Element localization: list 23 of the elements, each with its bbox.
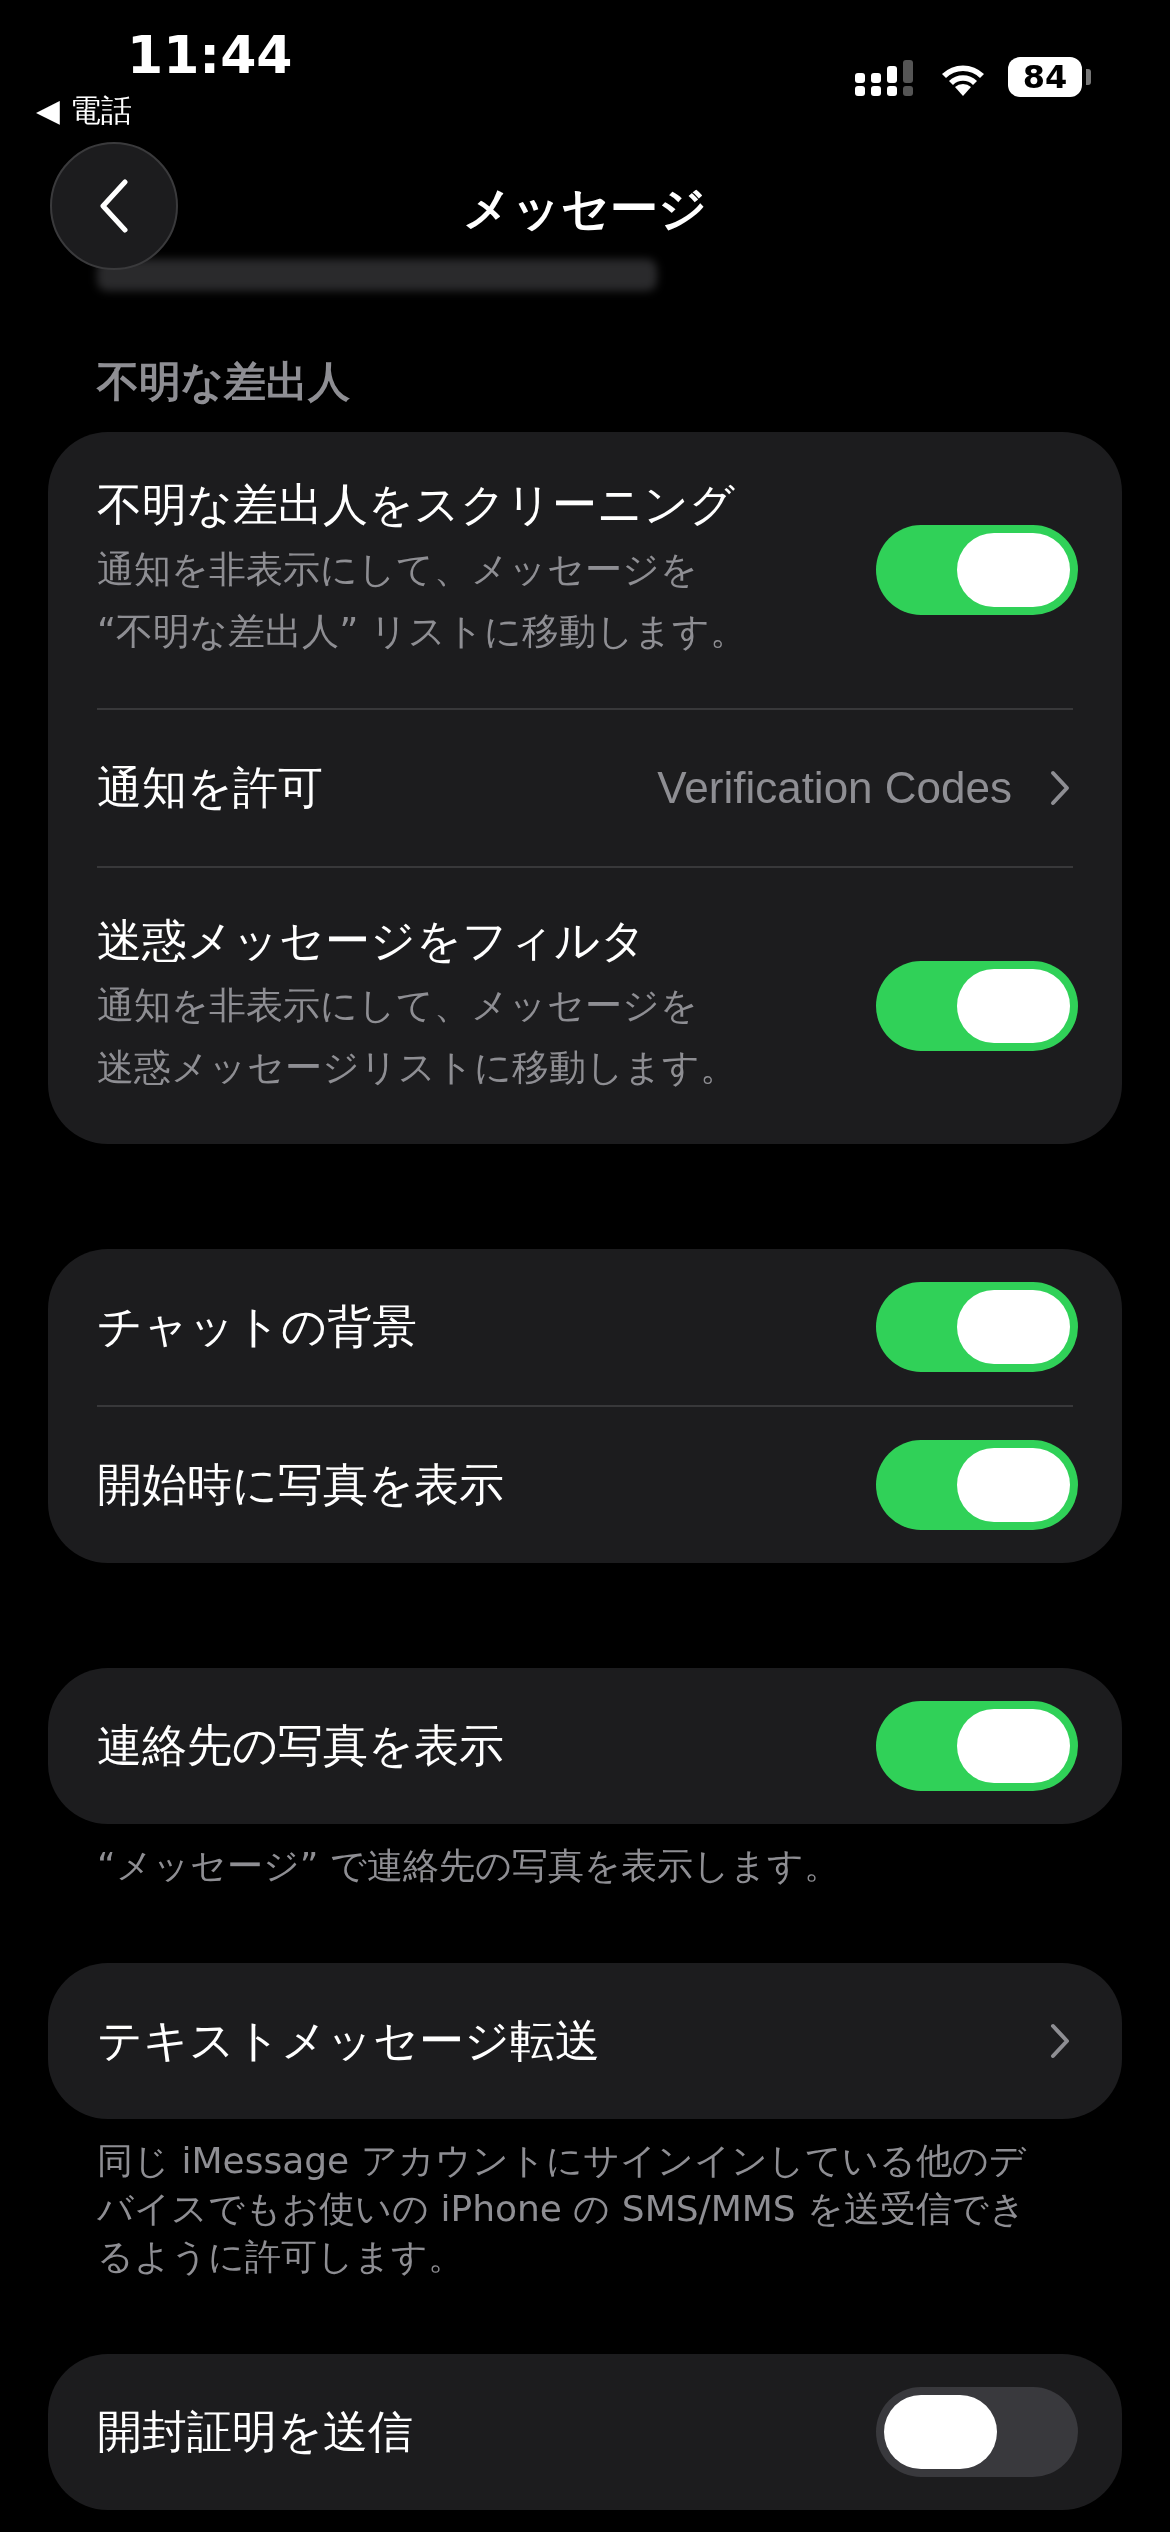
- setting-value: Verification Codes: [657, 762, 1012, 814]
- setting-label: チャットの背景: [97, 1299, 417, 1355]
- section-footer: “メッセージ” で連絡先の写真を表示します。: [97, 1842, 1045, 1890]
- setting-label: 迷惑メッセージをフィルタ: [97, 913, 646, 969]
- setting-description: 通知を非表示にして、メッセージを 迷惑メッセージリストに移動します。: [97, 983, 737, 1091]
- navigation-row[interactable]: テキストメッセージ転送: [48, 1963, 1122, 2119]
- section-footer: 同じ iMessage アカウントにサインインしている他のデバイスでもお使いの iPhone の SMS/MMS を送受信できるように許可します。: [97, 2137, 1045, 2281]
- chevron-left-icon: [99, 179, 129, 233]
- time: 11:44: [127, 24, 293, 86]
- setting-description: 通知を非表示にして、メッセージを “不明な差出人” リストに移動します。: [97, 547, 748, 655]
- signal-icon: [855, 60, 915, 96]
- back-to-app-link[interactable]: ◀ 電話: [36, 90, 132, 130]
- battery-tip-icon: [1086, 69, 1091, 85]
- setting-label: 不明な差出人をスクリーニング: [97, 477, 735, 533]
- section-header: 不明な差出人: [97, 357, 350, 407]
- battery-icon: 84: [1008, 57, 1082, 97]
- chevron-right-icon: [1050, 770, 1070, 806]
- chevron-right-icon: [1050, 2023, 1070, 2059]
- setting-label: 開始時に写真を表示: [97, 1457, 504, 1513]
- setting-label: 連絡先の写真を表示: [97, 1718, 504, 1774]
- navigation-row[interactable]: 通知を許可 Verification Codes: [48, 710, 1122, 866]
- page-title: メッセージ: [462, 180, 708, 236]
- setting-label: 開封証明を送信: [97, 2404, 413, 2460]
